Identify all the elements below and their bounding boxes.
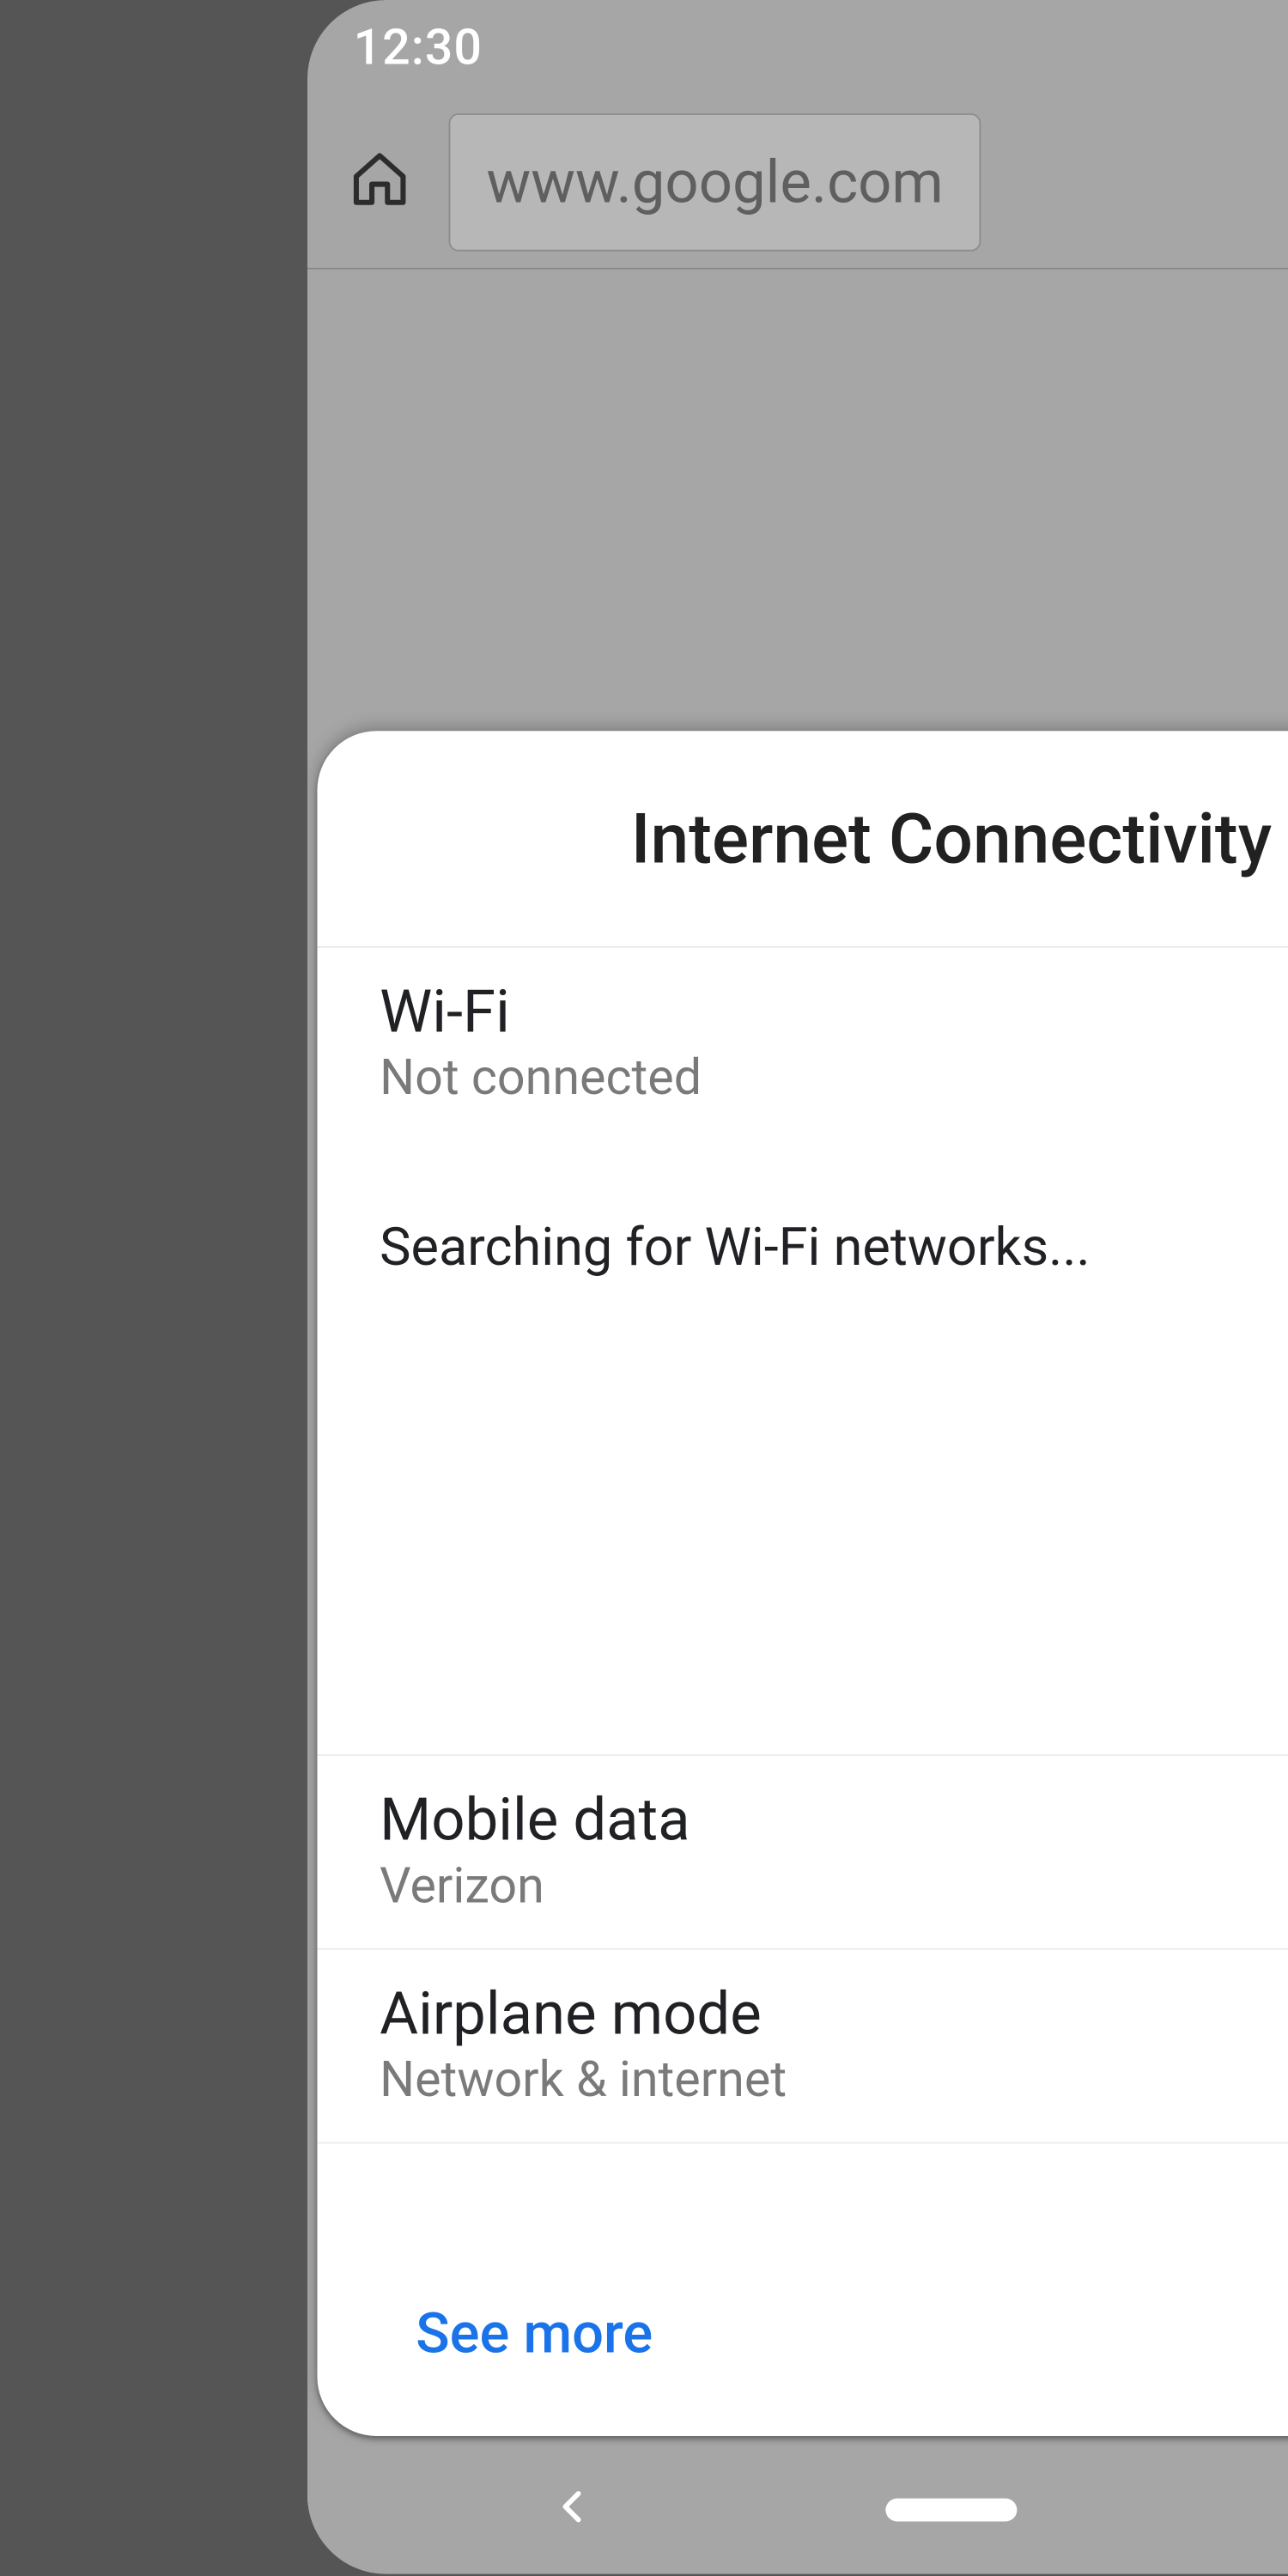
wifi-subtitle: Not connected	[380, 1049, 1288, 1107]
url-text: www.google.com	[487, 147, 944, 216]
url-bar[interactable]: www.google.com	[449, 112, 981, 251]
status-time: 12:30	[354, 19, 483, 76]
wifi-title: Wi-Fi	[380, 977, 1288, 1046]
sheet-footer: See more Done	[317, 2249, 1288, 2436]
home-gesture-pill[interactable]	[885, 2499, 1017, 2522]
sheet-title: Internet Connectivity	[317, 731, 1288, 948]
home-icon	[349, 147, 411, 216]
status-bar: 12:30 ?	[307, 0, 1288, 95]
system-nav-bar	[307, 2445, 1288, 2573]
airplane-mode-subtitle: Network & internet	[380, 2051, 1288, 2109]
airplane-mode-section: Airplane mode Network & internet	[317, 1950, 1288, 2144]
chevron-left-icon	[554, 2501, 593, 2532]
wifi-searching-text: Searching for Wi-Fi networks...	[380, 1216, 1288, 1279]
mobile-data-subtitle: Verizon	[380, 1858, 1288, 1916]
mobile-data-title: Mobile data	[380, 1785, 1288, 1854]
browser-toolbar: www.google.com 2	[307, 95, 1288, 270]
connectivity-sheet: Internet Connectivity Wi-Fi Not connecte…	[317, 731, 1288, 2436]
airplane-mode-title: Airplane mode	[380, 1979, 1288, 2048]
wifi-row[interactable]: Wi-Fi Not connected	[380, 977, 1288, 1107]
see-more-button[interactable]: See more	[416, 2301, 653, 2367]
home-button[interactable]	[343, 145, 416, 217]
mobile-data-row[interactable]: Mobile data Verizon	[380, 1785, 1288, 1915]
airplane-mode-row[interactable]: Airplane mode Network & internet	[380, 1979, 1288, 2109]
mobile-data-section: Mobile data Verizon	[317, 1756, 1288, 1950]
wifi-section: Wi-Fi Not connected Searching for Wi-Fi …	[317, 948, 1288, 1756]
back-button[interactable]	[554, 2487, 593, 2533]
device-frame: 12:30 ?	[307, 0, 1288, 2574]
